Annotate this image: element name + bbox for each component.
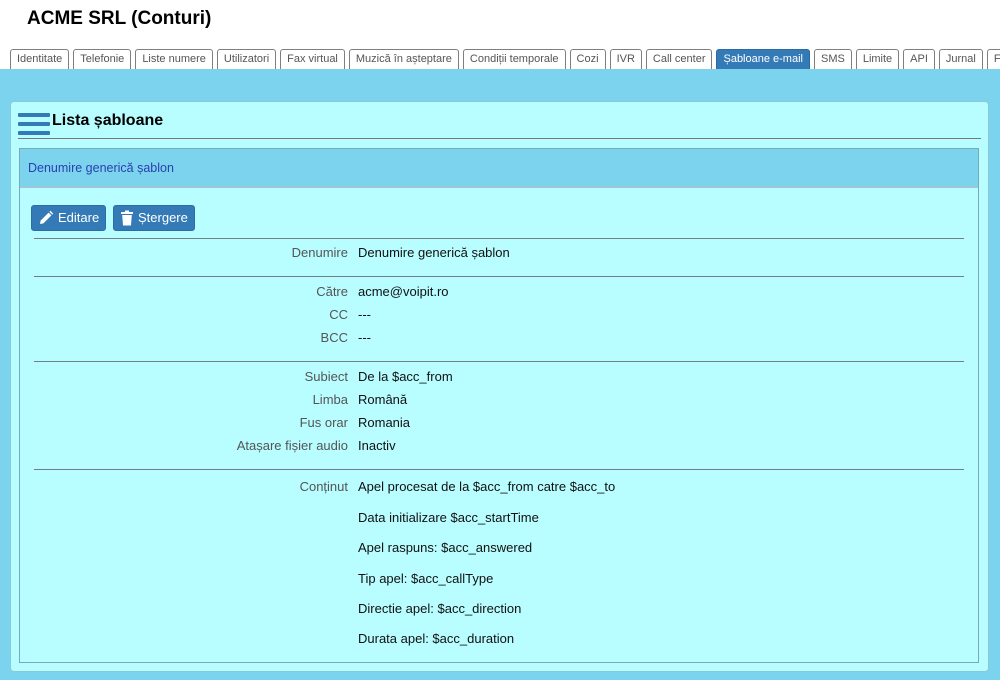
divider: [34, 361, 964, 362]
tab-fax-virtual[interactable]: Fax virtual: [280, 49, 345, 69]
content-line: Apel procesat de la $acc_from catre $acc…: [358, 479, 616, 494]
content-row: Tip apel: $acc_callType: [20, 571, 978, 591]
field-content: Conținut Apel procesat de la $acc_from c…: [20, 479, 978, 499]
field-timezone: Fus orar Romania: [20, 415, 978, 435]
content-line: Apel raspuns: $acc_answered: [358, 540, 533, 555]
field-language-value: Română: [358, 392, 408, 407]
field-bcc-label: BCC: [320, 330, 348, 345]
tab-jurnal[interactable]: Jurnal: [938, 49, 983, 69]
panel-title: Lista șabloane: [52, 112, 164, 129]
field-to-label: Către: [316, 284, 348, 299]
field-timezone-value: Romania: [358, 415, 411, 430]
tab-telefonie[interactable]: Telefonie: [73, 49, 132, 69]
template-card: Denumire generică șablon Editare Șterger…: [19, 148, 979, 663]
divider: [34, 469, 964, 470]
tab-muzica-in-asteptare[interactable]: Muzică în așteptare: [348, 49, 459, 69]
tab-identitate[interactable]: Identitate: [10, 49, 70, 69]
delete-button-label: Ștergere: [138, 210, 188, 225]
field-content-label: Conținut: [299, 479, 348, 494]
field-cc-value: ---: [358, 307, 371, 322]
tab-liste-numere[interactable]: Liste numere: [135, 49, 213, 69]
divider: [34, 276, 964, 277]
tab-api[interactable]: API: [903, 49, 935, 69]
template-card-title: Denumire generică șablon: [28, 161, 174, 175]
content-row: Directie apel: $acc_direction: [20, 601, 978, 621]
field-timezone-label: Fus orar: [299, 415, 348, 430]
tab-sabloane-email[interactable]: Șabloane e-mail: [716, 49, 810, 69]
field-subject: Subiect De la $acc_from: [20, 369, 978, 389]
field-name: Denumire Denumire generică șablon: [20, 245, 978, 265]
content-line: Directie apel: $acc_direction: [358, 601, 522, 616]
page-title: ACME SRL (Conturi): [27, 8, 212, 29]
field-audio: Atașare fișier audio Inactiv: [20, 438, 978, 458]
content-line: Tip apel: $acc_callType: [358, 571, 494, 586]
tab-conditii-temporale[interactable]: Condiții temporale: [462, 49, 566, 69]
delete-button[interactable]: Ștergere: [113, 205, 195, 231]
field-audio-label: Atașare fișier audio: [236, 438, 348, 453]
edit-button[interactable]: Editare: [31, 205, 107, 231]
panel-header: Lista șabloane: [18, 111, 981, 139]
field-to-value: acme@voipit.ro: [358, 284, 449, 299]
content-line: Durata apel: $acc_duration: [358, 631, 515, 646]
field-subject-value: De la $acc_from: [358, 369, 453, 384]
trash-icon: [120, 210, 134, 226]
field-language-label: Limba: [312, 392, 348, 407]
tab-facturare[interactable]: Facturare: [986, 49, 1000, 69]
tab-call-center[interactable]: Call center: [645, 49, 713, 69]
content-row: Apel raspuns: $acc_answered: [20, 540, 978, 560]
tab-sms[interactable]: SMS: [813, 49, 852, 69]
field-audio-value: Inactiv: [358, 438, 396, 453]
field-cc: CC ---: [20, 307, 978, 327]
content-row: Durata apel: $acc_duration: [20, 631, 978, 651]
content-row: Data initializare $acc_startTime: [20, 510, 978, 530]
field-language: Limba Română: [20, 392, 978, 412]
pencil-icon: [38, 210, 54, 226]
tab-cozi[interactable]: Cozi: [569, 49, 606, 69]
field-bcc: BCC ---: [20, 330, 978, 350]
template-card-header[interactable]: Denumire generică șablon: [20, 149, 978, 188]
templates-panel: Lista șabloane Denumire generică șablon …: [10, 101, 989, 672]
field-subject-label: Subiect: [304, 369, 348, 384]
field-to: Către acme@voipit.ro: [20, 284, 978, 304]
tab-limite[interactable]: Limite: [855, 49, 900, 69]
field-bcc-value: ---: [358, 330, 371, 345]
hamburger-icon[interactable]: [18, 111, 52, 139]
field-cc-label: CC: [329, 307, 348, 322]
field-name-value: Denumire generică șablon: [358, 245, 510, 260]
divider: [34, 238, 964, 239]
field-name-label: Denumire: [291, 245, 348, 260]
tab-ivr[interactable]: IVR: [609, 49, 642, 69]
tab-bar: Identitate Telefonie Liste numere Utiliz…: [10, 49, 1000, 69]
tab-utilizatori[interactable]: Utilizatori: [216, 49, 277, 69]
edit-button-label: Editare: [58, 210, 100, 225]
content-line: Data initializare $acc_startTime: [358, 510, 539, 525]
